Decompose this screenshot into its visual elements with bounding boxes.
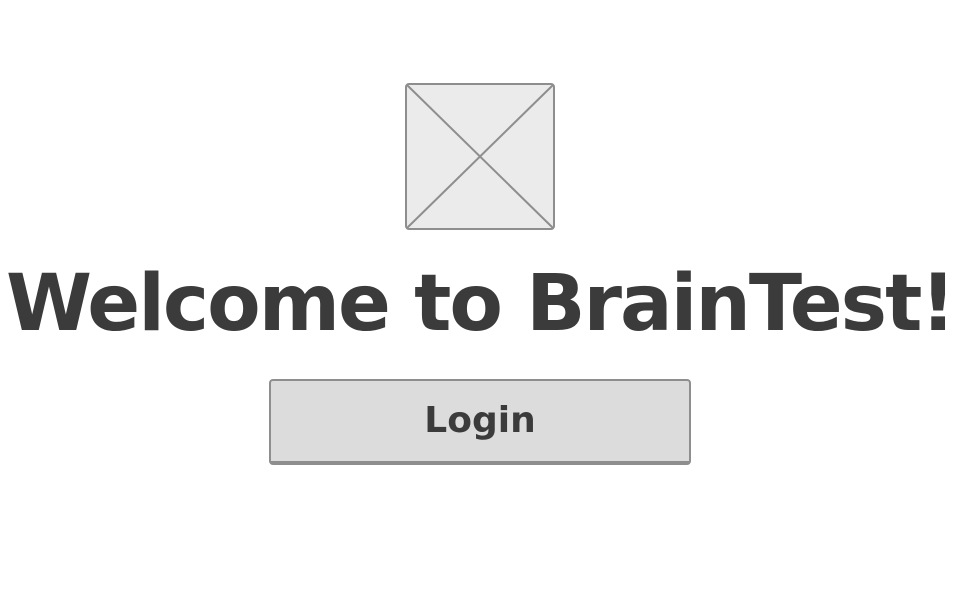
- image-placeholder-icon: [405, 83, 555, 230]
- login-button[interactable]: Login: [269, 379, 691, 465]
- login-button-label: Login: [424, 400, 536, 441]
- page-title: Welcome to BrainTest!: [6, 259, 956, 349]
- welcome-screen: Welcome to BrainTest! Login: [0, 0, 960, 600]
